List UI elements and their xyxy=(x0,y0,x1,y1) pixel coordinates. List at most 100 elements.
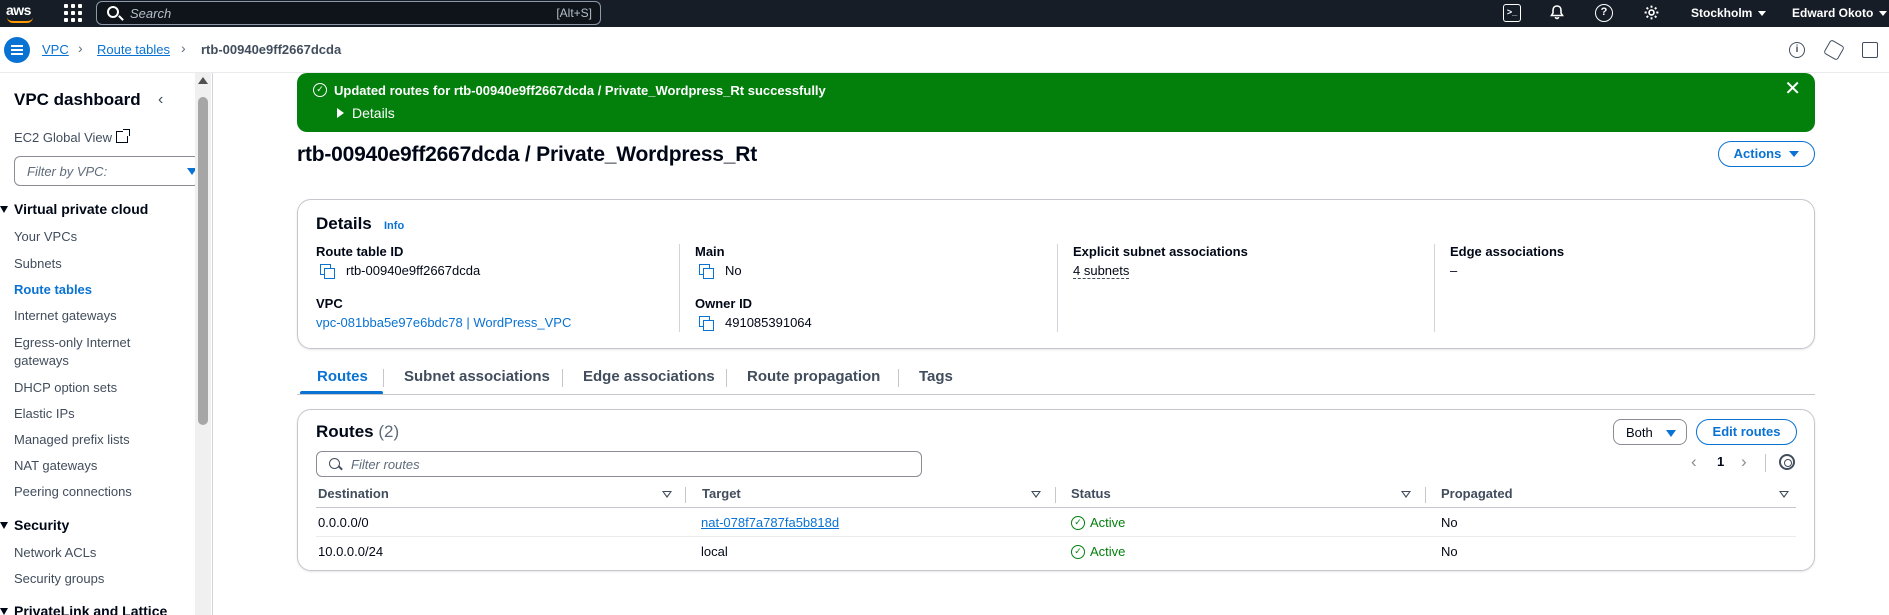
sort-icon[interactable] xyxy=(1031,491,1041,498)
feedback-icon[interactable] xyxy=(1862,42,1878,58)
cloudshell-icon[interactable]: >_ xyxy=(1503,4,1521,22)
copy-icon[interactable] xyxy=(699,264,714,279)
page-number[interactable]: 1 xyxy=(1717,454,1724,469)
menu-icon[interactable] xyxy=(4,37,30,63)
column-header-target[interactable]: Target xyxy=(702,486,741,501)
sidebar-section-security[interactable]: Security xyxy=(0,517,69,533)
edge-associations-value: – xyxy=(1450,263,1458,278)
caret-down-icon xyxy=(1789,151,1800,157)
status-check-icon: ✓ xyxy=(1071,516,1085,530)
column-header-destination[interactable]: Destination xyxy=(318,486,389,501)
details-heading: Details xyxy=(316,214,372,233)
sidebar-scrollbar-thumb[interactable] xyxy=(198,97,208,425)
external-link-icon xyxy=(116,129,131,143)
routes-container: Routes (2) Both Edit routes Filter route… xyxy=(297,409,1815,571)
details-label: Details xyxy=(352,105,395,121)
sidebar-item-dhcp[interactable]: DHCP option sets xyxy=(14,380,117,395)
info-link[interactable]: Info xyxy=(384,220,404,232)
actions-button[interactable]: Actions xyxy=(1718,141,1815,167)
tab-tags[interactable]: Tags xyxy=(919,368,953,385)
caret-down-icon xyxy=(0,608,8,615)
sidebar-item-network-acls[interactable]: Network ACLs xyxy=(14,545,96,560)
account-menu[interactable]: Edward Okoto xyxy=(1792,6,1888,20)
breadcrumb-vpc[interactable]: VPC xyxy=(42,42,69,57)
copy-icon[interactable] xyxy=(320,264,335,279)
main-label: Main xyxy=(695,244,725,259)
main-value: No xyxy=(725,263,742,278)
tab-route-propagation[interactable]: Route propagation xyxy=(747,368,880,385)
hexagon-icon[interactable] xyxy=(1823,39,1845,61)
caret-right-icon xyxy=(337,108,344,118)
sidebar-item-egress-only[interactable]: Egress-only Internet xyxy=(14,335,130,350)
sidebar-item-internet-gateways[interactable]: Internet gateways xyxy=(14,308,117,323)
region-selector[interactable]: Stockholm xyxy=(1691,6,1767,20)
sidebar-item-ec2-global-view[interactable]: EC2 Global View xyxy=(14,129,131,145)
route-table-id-label: Route table ID xyxy=(316,244,404,259)
global-search-input[interactable]: Search [Alt+S] xyxy=(96,1,601,25)
page-title: rtb-00940e9ff2667dcda / Private_Wordpres… xyxy=(297,143,758,166)
explicit-subnet-value[interactable]: 4 subnets xyxy=(1073,263,1130,279)
sidebar-item-elastic-ips[interactable]: Elastic IPs xyxy=(14,406,75,421)
sort-icon[interactable] xyxy=(662,491,672,498)
vpc-filter-select[interactable]: Filter by VPC: xyxy=(14,156,200,186)
routes-heading: Routes (2) xyxy=(316,422,399,442)
explicit-subnet-label: Explicit subnet associations xyxy=(1073,244,1248,259)
chevron-down-icon xyxy=(1758,11,1767,16)
user-name: Edward Okoto xyxy=(1792,6,1874,20)
breadcrumb-separator: › xyxy=(78,40,83,56)
column-header-status[interactable]: Status xyxy=(1071,486,1111,501)
gear-icon[interactable] xyxy=(1642,4,1660,22)
scroll-up-icon[interactable] xyxy=(198,77,208,84)
route-target: local xyxy=(701,544,728,559)
breadcrumb-separator: › xyxy=(181,40,186,56)
sidebar-item-security-groups[interactable]: Security groups xyxy=(14,571,104,586)
info-icon[interactable]: i xyxy=(1789,42,1805,58)
tab-routes[interactable]: Routes xyxy=(317,368,368,385)
sort-icon[interactable] xyxy=(1401,491,1411,498)
sidebar-item-label: EC2 Global View xyxy=(14,130,113,145)
help-icon[interactable]: ? xyxy=(1595,4,1613,22)
services-grid-icon[interactable] xyxy=(64,4,82,22)
breadcrumb-route-tables[interactable]: Route tables xyxy=(97,42,170,57)
caret-down-icon xyxy=(1666,430,1676,437)
collapse-icon[interactable]: ‹ xyxy=(158,91,163,109)
sort-icon[interactable] xyxy=(1779,491,1789,498)
sidebar-item-nat-gateways[interactable]: NAT gateways xyxy=(14,458,97,473)
route-destination: 0.0.0.0/0 xyxy=(318,515,369,530)
sidebar-section-vpc[interactable]: Virtual private cloud xyxy=(0,201,148,217)
owner-id-label: Owner ID xyxy=(695,296,753,311)
close-icon[interactable]: ✕ xyxy=(1784,79,1801,99)
vpc-link[interactable]: vpc-081bba5e97e6bdc78 | WordPress_VPC xyxy=(316,315,571,330)
sidebar-item-peering[interactable]: Peering connections xyxy=(14,484,132,499)
route-target-link[interactable]: nat-078f7a787fa5b818d xyxy=(701,515,839,530)
sidebar-item-subnets[interactable]: Subnets xyxy=(14,256,62,271)
tab-subnet-associations[interactable]: Subnet associations xyxy=(404,368,550,385)
sidebar-item-egress-only-cont[interactable]: gateways xyxy=(14,353,69,368)
column-header-propagated[interactable]: Propagated xyxy=(1441,486,1513,501)
route-status: Active xyxy=(1090,544,1126,559)
sidebar-section-privatelink[interactable]: PrivateLink and Lattice xyxy=(0,603,167,615)
search-icon xyxy=(329,458,340,469)
edit-routes-button[interactable]: Edit routes xyxy=(1696,419,1797,445)
owner-id-value: 491085391064 xyxy=(725,315,812,330)
route-destination: 10.0.0.0/24 xyxy=(318,544,384,559)
flash-message: Updated routes for rtb-00940e9ff2667dcda… xyxy=(334,83,826,98)
sidebar-item-your-vpcs[interactable]: Your VPCs xyxy=(14,229,77,244)
tab-edge-associations[interactable]: Edge associations xyxy=(583,368,715,385)
sidebar-item-prefix-lists[interactable]: Managed prefix lists xyxy=(14,432,130,447)
prev-page-icon[interactable]: ‹ xyxy=(1691,452,1697,472)
bell-icon[interactable] xyxy=(1548,4,1566,22)
search-shortcut: [Alt+S] xyxy=(556,6,592,20)
status-check-icon: ✓ xyxy=(1071,545,1085,559)
next-page-icon[interactable]: › xyxy=(1741,452,1747,472)
ip-version-select[interactable]: Both xyxy=(1613,419,1687,445)
section-label: Virtual private cloud xyxy=(14,201,149,217)
flash-details-toggle[interactable]: Details xyxy=(337,105,395,121)
copy-icon[interactable] xyxy=(699,316,714,331)
preferences-gear-icon[interactable] xyxy=(1779,454,1795,470)
filter-routes-input[interactable]: Filter routes xyxy=(316,451,922,477)
aws-logo[interactable]: aws xyxy=(6,2,36,24)
routes-title: Routes xyxy=(316,422,374,441)
sidebar-item-route-tables[interactable]: Route tables xyxy=(14,282,92,297)
breadcrumb-current: rtb-00940e9ff2667dcda xyxy=(201,42,342,57)
